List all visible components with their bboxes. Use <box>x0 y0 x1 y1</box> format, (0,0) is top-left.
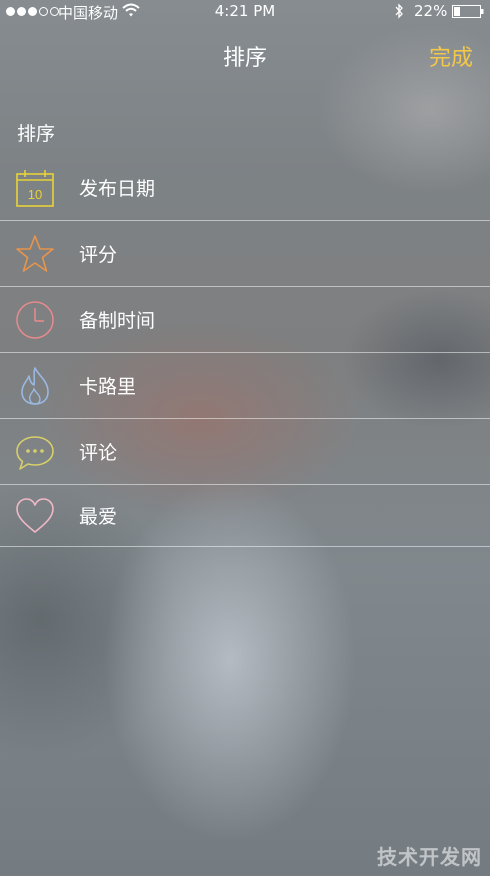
sort-option-label: 发布日期 <box>79 178 156 200</box>
sort-option-publish-date[interactable]: 10 发布日期 <box>0 155 490 221</box>
watermark: 技术开发网 <box>377 845 482 869</box>
sort-option-label: 卡路里 <box>79 376 137 398</box>
sort-options-list: 10 发布日期 评分 备制时间 卡路里 评论 最爱 <box>0 155 490 547</box>
calendar-icon: 10 <box>16 169 54 207</box>
clock-icon <box>16 300 54 339</box>
battery-icon <box>452 5 484 18</box>
battery-percentage: 22% <box>414 2 448 20</box>
sort-option-comments[interactable]: 评论 <box>0 419 490 485</box>
sort-option-label: 评分 <box>79 244 118 266</box>
flame-icon <box>21 366 49 405</box>
sort-option-label: 备制时间 <box>79 310 156 332</box>
page-title: 排序 <box>222 46 267 71</box>
sort-option-prep-time[interactable]: 备制时间 <box>0 287 490 353</box>
heart-icon <box>16 497 54 533</box>
status-bar: 中国移动 4:21 PM 22% <box>0 0 490 24</box>
bluetooth-icon <box>395 3 403 19</box>
sort-option-rating[interactable]: 评分 <box>0 221 490 287</box>
sort-option-label: 最爱 <box>79 506 118 528</box>
star-icon <box>16 234 54 272</box>
sort-option-calories[interactable]: 卡路里 <box>0 353 490 419</box>
comment-bubble-icon <box>16 435 54 470</box>
section-header: 排序 <box>17 123 56 145</box>
sort-option-favorites[interactable]: 最爱 <box>0 485 490 547</box>
sort-option-label: 评论 <box>79 442 118 464</box>
done-button[interactable]: 完成 <box>429 40 473 72</box>
sort-screen: 中国移动 4:21 PM 22% 排序 完成 排序 10 发布日期 评分 备制时… <box>0 0 490 876</box>
calendar-day-text: 10 <box>28 187 42 202</box>
